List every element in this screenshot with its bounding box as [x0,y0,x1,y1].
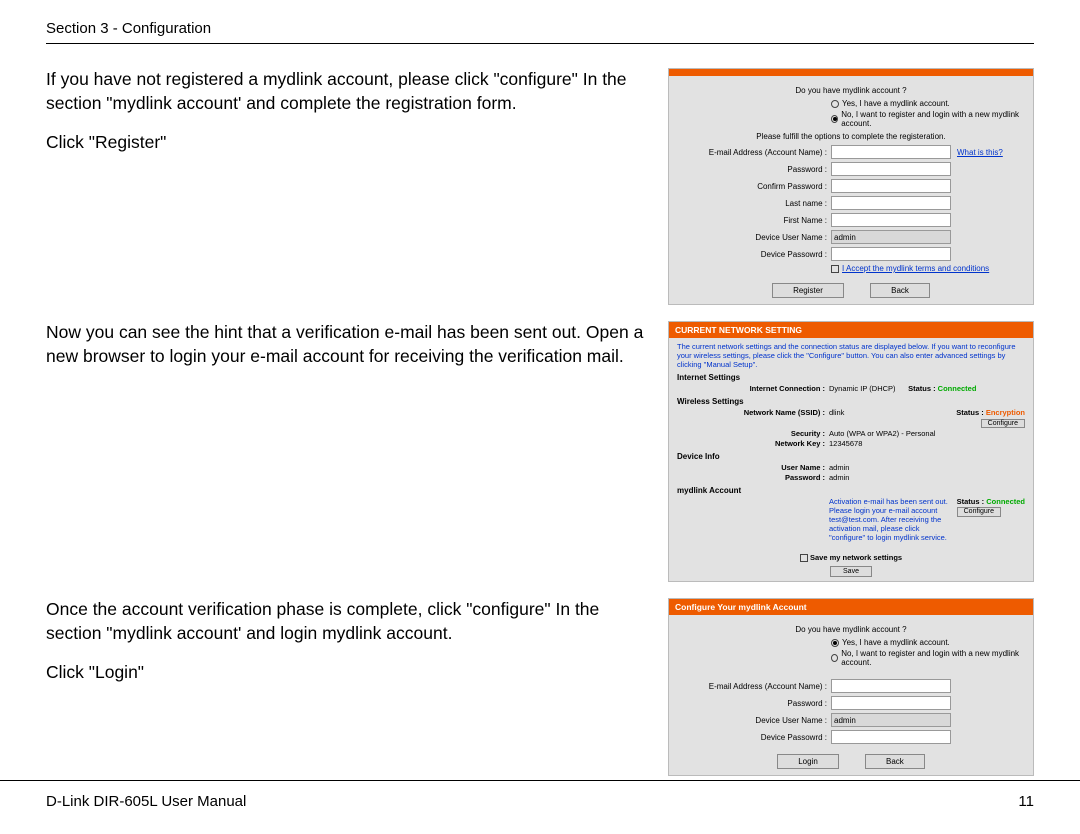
ss3-email-label: E-mail Address (Account Name) : [679,682,831,691]
activation-msg: Activation e-mail has been sent out. Ple… [829,497,951,542]
last-input[interactable] [831,196,951,210]
devpass-input[interactable] [831,247,951,261]
ssid-val: dlink [829,408,844,417]
user-val: admin [829,463,1025,472]
status-label: Status : [908,384,936,393]
ss3-password-label: Password : [679,699,831,708]
footer-page-number: 11 [1018,793,1034,810]
body-text-2: Now you can see the hint that a verifica… [46,321,648,384]
device-h: Device Info [677,452,1025,461]
radio-yes-label: Yes, I have a mydlink account. [842,99,950,108]
status-connected-2: Connected [986,497,1025,506]
user-label: User Name : [677,463,829,472]
internet-h: Internet Settings [677,373,1025,382]
status-connected: Connected [938,384,977,393]
confirm-input[interactable] [831,179,951,193]
para-1a: If you have not registered a mydlink acc… [46,68,648,115]
ss3-devuser-input: admin [831,713,951,727]
ss2-title: CURRENT NETWORK SETTING [669,322,1033,338]
status-label-2: Status : [956,408,984,417]
key-label: Network Key : [677,439,829,448]
screenshot-login-form: Configure Your mydlink Account Do you ha… [668,598,1034,776]
ss3-email-input[interactable] [831,679,951,693]
devpass-label: Device Passowrd : [679,250,831,259]
ss3-radio-yes-label: Yes, I have a mydlink account. [842,638,950,647]
screenshot-register-form: Do you have mydlink account ? Yes, I hav… [668,68,1034,305]
para-3a: Once the account verification phase is c… [46,598,648,645]
back-button-2[interactable]: Back [865,754,925,769]
para-2a: Now you can see the hint that a verifica… [46,321,648,368]
password-label: Password : [679,165,831,174]
status-label-3: Status : [957,497,985,506]
ss3-question: Do you have mydlink account ? [679,625,1023,634]
footer-manual: D-Link DIR-605L User Manual [46,793,246,810]
back-button[interactable]: Back [870,283,930,298]
ss3-devuser-label: Device User Name : [679,716,831,725]
radio-yes[interactable]: Yes, I have a mydlink account. [831,99,1023,108]
devuser-input: admin [831,230,951,244]
radio-no[interactable]: No, I want to register and login with a … [831,110,1023,128]
security-label: Security : [677,429,829,438]
confirm-label: Confirm Password : [679,182,831,191]
ssid-label: Network Name (SSID) : [677,408,829,417]
ss3-title: Configure Your mydlink Account [669,599,1033,615]
internet-conn-label: Internet Connection : [677,384,829,393]
save-label: Save my network settings [810,553,902,562]
security-val: Auto (WPA or WPA2) - Personal [829,429,1025,438]
ss3-devpass-input[interactable] [831,730,951,744]
pass-val: admin [829,473,1025,482]
key-val: 12345678 [829,439,1025,448]
ss3-radio-no[interactable]: No, I want to register and login with a … [831,649,1023,667]
radio-no-label: No, I want to register and login with a … [841,110,1023,128]
screenshot-network-setting: CURRENT NETWORK SETTING The current netw… [668,321,1034,582]
wireless-h: Wireless Settings [677,397,1025,406]
ss3-password-input[interactable] [831,696,951,710]
devuser-label: Device User Name : [679,233,831,242]
configure-button-2[interactable]: Configure [957,507,1001,517]
status-encryption: Encryption [986,408,1025,417]
internet-conn-val: Dynamic IP (DHCP) [829,384,896,393]
body-text-3: Once the account verification phase is c… [46,598,648,701]
what-is-this-link[interactable]: What is this? [957,148,1003,157]
fulfill-text: Please fulfill the options to complete t… [679,132,1023,141]
email-input[interactable] [831,145,951,159]
pass-label: Password : [677,473,829,482]
configure-button[interactable]: Configure [981,419,1025,428]
email-label: E-mail Address (Account Name) : [679,148,831,157]
first-input[interactable] [831,213,951,227]
ss3-radio-yes[interactable]: Yes, I have a mydlink account. [831,638,1023,647]
ss2-desc: The current network settings and the con… [677,342,1025,369]
login-button[interactable]: Login [777,754,839,769]
question-text: Do you have mydlink account ? [679,86,1023,95]
save-button[interactable]: Save [830,566,872,577]
ss3-devpass-label: Device Passowrd : [679,733,831,742]
save-checkbox[interactable] [800,554,808,562]
ss3-radio-no-label: No, I want to register and login with a … [841,649,1023,667]
last-label: Last name : [679,199,831,208]
body-text-1: If you have not registered a mydlink acc… [46,68,648,171]
mydlink-h: mydlink Account [677,486,1025,495]
first-label: First Name : [679,216,831,225]
password-input[interactable] [831,162,951,176]
section-header: Section 3 - Configuration [46,20,1034,44]
terms-row[interactable]: I Accept the mydlink terms and condition… [831,264,1023,273]
para-1b: Click "Register" [46,131,648,155]
register-button[interactable]: Register [772,283,844,298]
terms-link[interactable]: I Accept the mydlink terms and condition… [842,264,989,273]
para-3b: Click "Login" [46,661,648,685]
